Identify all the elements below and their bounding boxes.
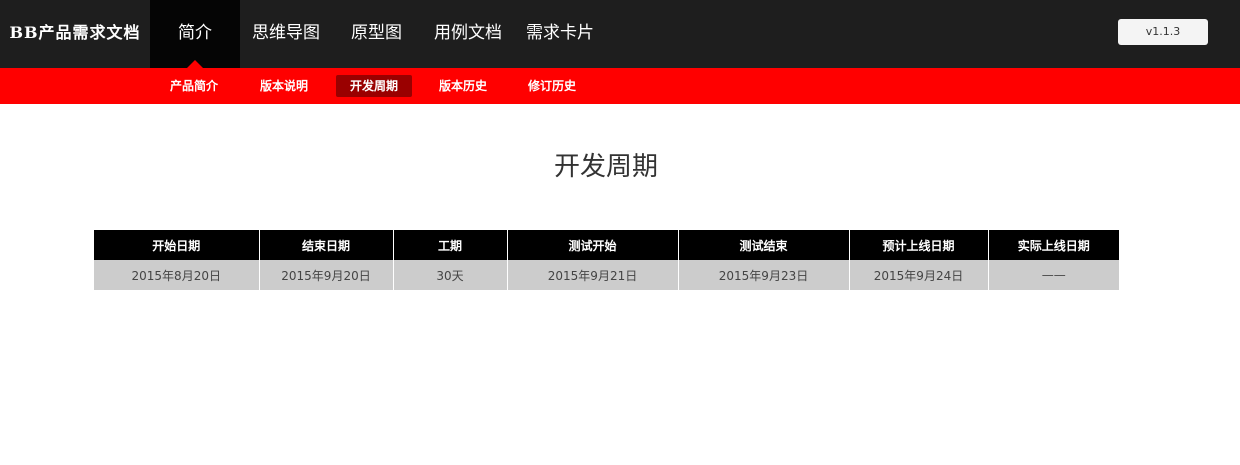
subnav-revision-history[interactable]: 修订历史: [522, 75, 582, 97]
sub-navbar: 产品简介 版本说明 开发周期 版本历史 修订历史: [0, 68, 1240, 104]
header-test-end: 测试结束: [678, 230, 850, 260]
nav-item-mindmap[interactable]: 思维导图: [252, 0, 320, 68]
header-start-date: 开始日期: [94, 230, 260, 260]
subnav-dev-cycle[interactable]: 开发周期: [336, 75, 412, 97]
nav-item-intro[interactable]: 简介: [150, 0, 240, 68]
brand-logo[interactable]: BB产品需求文档: [0, 0, 150, 68]
cell-end-date: 2015年9月20日: [259, 260, 394, 290]
cell-duration: 30天: [393, 260, 508, 290]
subnav-product-intro[interactable]: 产品简介: [164, 75, 224, 97]
header-actual-launch: 实际上线日期: [988, 230, 1119, 260]
cell-test-start: 2015年9月21日: [507, 260, 679, 290]
table-row: 2015年8月20日 2015年9月20日 30天 2015年9月21日 201…: [94, 260, 1119, 290]
schedule-table: 开始日期 结束日期 工期 测试开始 测试结束 预计上线日期 实际上线日期 201…: [94, 230, 1119, 290]
version-button[interactable]: v1.1.3: [1118, 19, 1208, 45]
cell-start-date: 2015年8月20日: [94, 260, 260, 290]
cell-actual-launch: ——: [988, 260, 1119, 290]
nav-item-prototype[interactable]: 原型图: [351, 0, 402, 68]
header-duration: 工期: [393, 230, 508, 260]
active-indicator-arrow-icon: [187, 60, 203, 68]
header-test-start: 测试开始: [507, 230, 679, 260]
header-planned-launch: 预计上线日期: [849, 230, 989, 260]
header-end-date: 结束日期: [259, 230, 394, 260]
table-header-row: 开始日期 结束日期 工期 测试开始 测试结束 预计上线日期 实际上线日期: [94, 230, 1119, 260]
nav-item-usecase[interactable]: 用例文档: [434, 0, 502, 68]
page-title: 开发周期: [553, 152, 658, 182]
top-navbar: BB产品需求文档 简介 思维导图 原型图 用例文档 需求卡片 v1.1.3: [0, 0, 1240, 68]
cell-planned-launch: 2015年9月24日: [849, 260, 989, 290]
main-nav: 简介 思维导图 原型图 用例文档 需求卡片: [150, 0, 594, 68]
subnav-version-notes[interactable]: 版本说明: [254, 75, 314, 97]
nav-item-label: 简介: [178, 23, 212, 43]
nav-item-cards[interactable]: 需求卡片: [526, 0, 594, 68]
cell-test-end: 2015年9月23日: [678, 260, 850, 290]
subnav-version-history[interactable]: 版本历史: [433, 75, 493, 97]
